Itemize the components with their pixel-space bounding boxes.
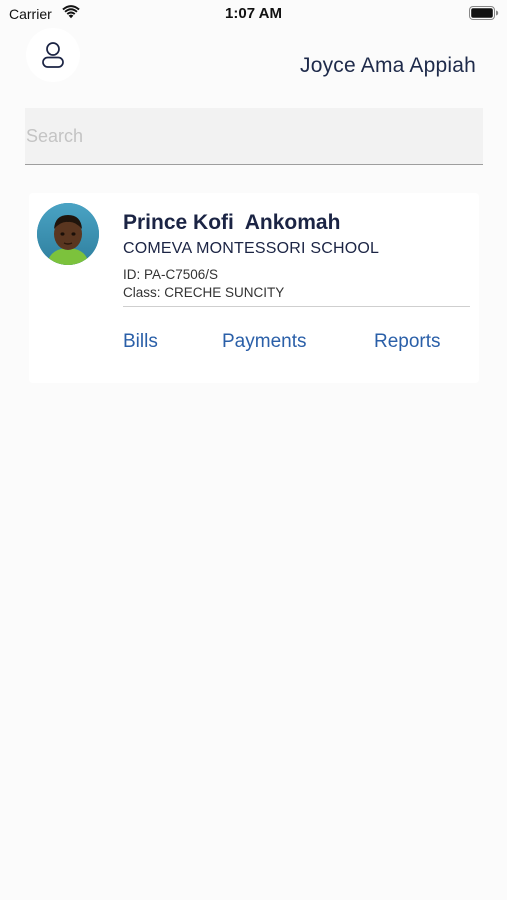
student-id: ID: PA-C7506/S (123, 267, 219, 282)
card-divider (123, 306, 470, 307)
reports-link[interactable]: Reports (374, 331, 441, 353)
status-time: 1:07 AM (225, 5, 282, 22)
profile-button[interactable] (26, 28, 80, 82)
student-name: Prince Kofi Ankomah (123, 211, 341, 234)
payments-link[interactable]: Payments (222, 331, 306, 353)
school-name: COMEVA MONTESSORI SCHOOL (123, 240, 380, 257)
student-avatar (37, 203, 99, 265)
user-name: Joyce Ama Appiah (300, 54, 476, 77)
search-box[interactable] (25, 108, 483, 165)
student-photo (37, 203, 99, 265)
person-icon (42, 42, 64, 68)
search-input[interactable] (25, 108, 483, 164)
battery-icon (469, 6, 499, 20)
status-bar: Carrier 1:07 AM (0, 0, 507, 28)
student-class: Class: CRECHE SUNCITY (123, 285, 285, 300)
student-card[interactable]: Prince Kofi Ankomah COMEVA MONTESSORI SC… (29, 193, 479, 383)
bills-link[interactable]: Bills (123, 331, 158, 353)
